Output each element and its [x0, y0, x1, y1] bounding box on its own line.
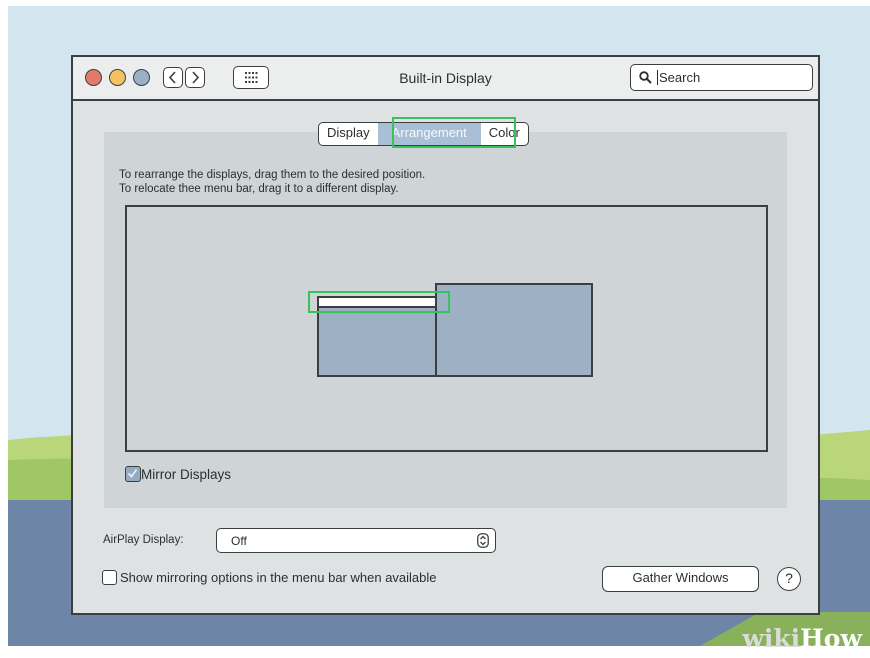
airplay-select[interactable]: Off — [216, 528, 496, 553]
show-mirroring-option[interactable]: Show mirroring options in the menu bar w… — [102, 570, 437, 585]
search-input[interactable]: Search — [630, 64, 813, 91]
gather-windows-button[interactable]: Gather Windows — [602, 566, 759, 592]
instructions: To rearrange the displays, drag them to … — [119, 168, 425, 196]
watermark-part-2: How — [800, 624, 862, 653]
show-mirroring-checkbox[interactable] — [102, 570, 117, 585]
airplay-value: Off — [231, 534, 247, 548]
external-display[interactable] — [435, 283, 593, 377]
show-mirroring-label: Show mirroring options in the menu bar w… — [120, 570, 437, 585]
mirror-displays-label: Mirror Displays — [141, 467, 232, 482]
tab-display[interactable]: Display — [319, 123, 378, 145]
instructions-line-2: To relocate thee menu bar, drag it to a … — [119, 183, 399, 195]
display-arrangement-area — [125, 205, 768, 452]
mirror-displays-option[interactable]: Mirror Displays — [125, 466, 231, 482]
arrangement-tab-highlight — [392, 117, 516, 148]
airplay-label: AirPlay Display: — [103, 534, 184, 546]
watermark: wikiHow — [742, 624, 862, 653]
title-bar: Built-in Display Search — [73, 57, 818, 101]
search-icon — [639, 71, 652, 84]
preferences-window: Built-in Display Search Display Arrangem… — [71, 55, 820, 615]
mirror-displays-checkbox[interactable] — [125, 466, 141, 482]
watermark-part-1: wiki — [742, 624, 801, 653]
updown-chevron-icon — [477, 533, 489, 548]
search-placeholder: Search — [657, 70, 701, 85]
menu-bar-highlight — [308, 291, 450, 313]
help-button[interactable]: ? — [777, 567, 801, 591]
checkmark-icon — [127, 468, 138, 478]
instructions-line-1: To rearrange the displays, drag them to … — [119, 169, 426, 181]
